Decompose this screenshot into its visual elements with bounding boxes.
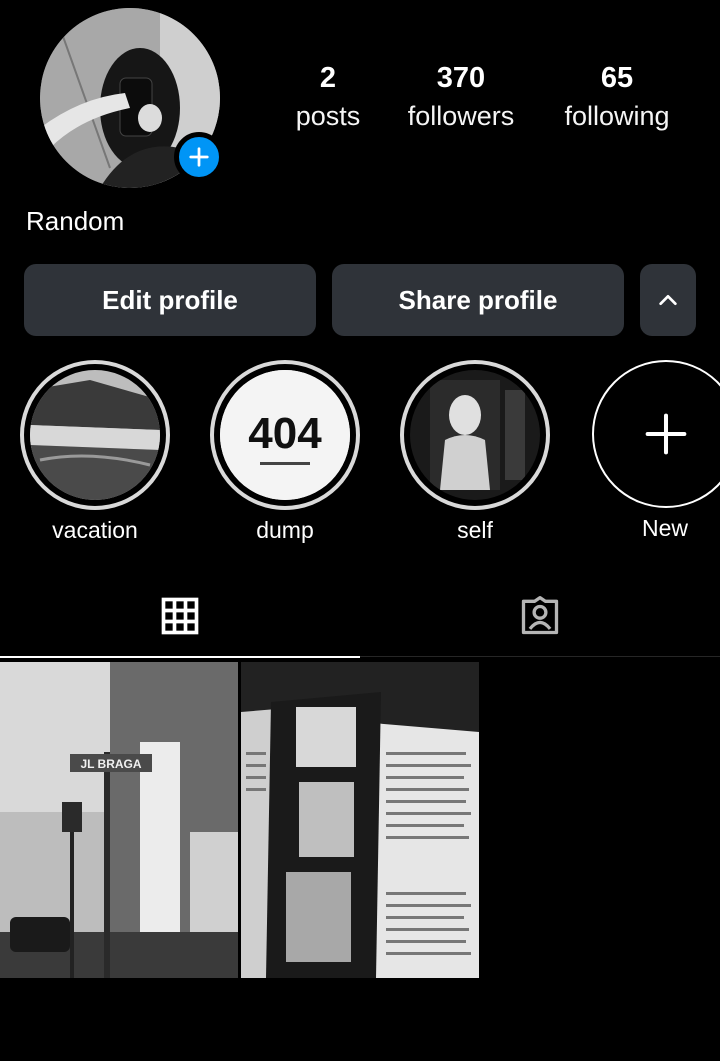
tab-tagged[interactable] [360,575,720,657]
highlight-cover: 404 [220,370,350,500]
profile-name: Random [26,206,125,236]
highlight-cover [30,370,160,500]
highlight-label: New [641,515,688,541]
plus-icon [189,147,209,167]
tab-posts-grid[interactable] [0,575,360,658]
grid-icon [161,597,199,634]
new-highlight-ring[interactable] [592,360,720,508]
highlight-self[interactable]: self [399,360,551,544]
404-cover-image: 404 [220,370,350,500]
followers-label: followers [407,101,515,131]
highlight-label: vacation [52,517,138,543]
highlight-label: self [457,517,493,543]
posts-count: 2 [319,62,337,94]
followers-count: 370 [436,62,486,94]
chevron-up-icon [659,294,677,306]
highlight-label: dump [256,517,314,543]
highlight-ring [20,360,170,510]
edit-profile-button[interactable]: Edit profile [24,264,316,336]
beach-cover-image [30,370,160,500]
profile-stats: 2 posts 370 followers 65 following [270,58,700,138]
highlight-ring: 404 [210,360,360,510]
highlight-cover [410,370,540,500]
street-sign-text: JL BRAGA [80,757,141,771]
book-photo [241,662,479,978]
posts-label: posts [295,101,361,131]
self-cover-image [410,370,540,500]
discover-people-button[interactable] [640,264,696,336]
post-thumbnail[interactable]: JL BRAGA [0,662,238,978]
highlight-new[interactable]: New [590,360,720,542]
add-story-button[interactable] [174,132,224,182]
profile-avatar-container[interactable] [40,8,224,188]
share-profile-button[interactable]: Share profile [332,264,624,336]
tagged-person-icon [521,596,559,635]
highlight-dump[interactable]: 404 dump [209,360,361,544]
highlight-ring [400,360,550,510]
following-count: 65 [600,62,634,94]
following-label: following [564,101,670,131]
street-photo: JL BRAGA [0,662,238,978]
plus-icon [645,413,687,455]
profile-tabs [0,575,720,658]
highlight-vacation[interactable]: vacation [19,360,171,544]
cover-404-text: 404 [248,409,322,458]
stat-followers[interactable]: 370 followers [398,58,524,134]
stat-posts[interactable]: 2 posts [270,58,386,134]
stat-following[interactable]: 65 following [554,58,680,134]
post-thumbnail[interactable] [241,662,479,978]
